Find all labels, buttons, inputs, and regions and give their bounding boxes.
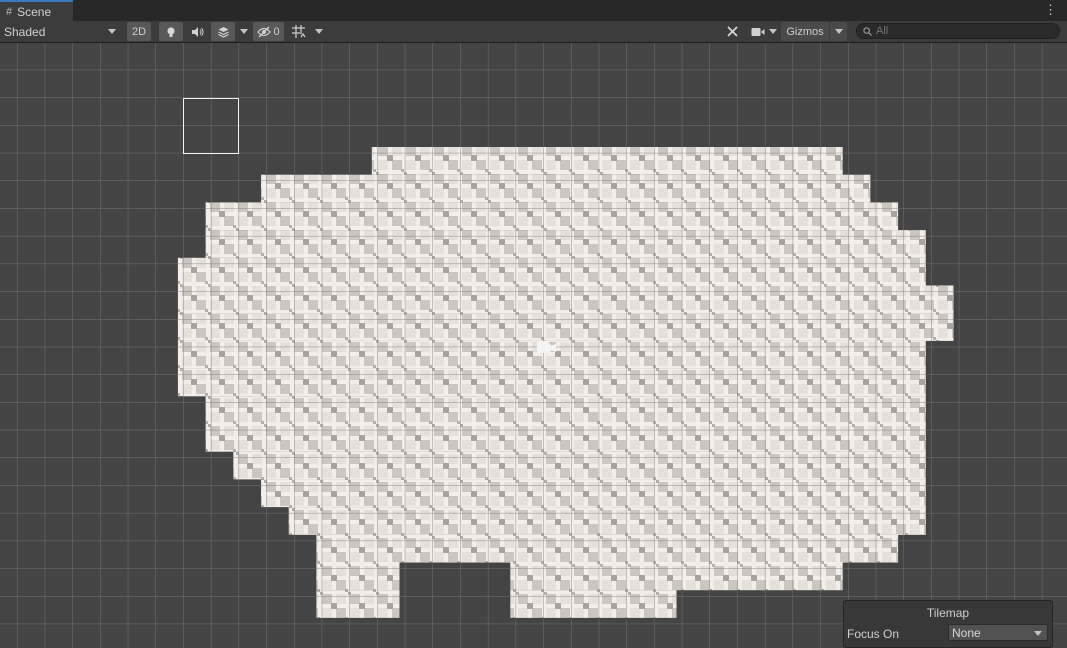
eye-slash-icon: [257, 26, 272, 37]
search-icon: [863, 26, 872, 36]
tools-button[interactable]: [721, 22, 743, 41]
effects-toggle-button[interactable]: [211, 22, 235, 41]
lighting-toggle-button[interactable]: [159, 22, 183, 41]
camera-icon: [751, 27, 765, 36]
scene-visibility-button[interactable]: 0: [253, 22, 284, 41]
search-input[interactable]: [876, 25, 1046, 37]
gizmos-button[interactable]: Gizmos: [781, 22, 829, 41]
audio-toggle-button[interactable]: [185, 22, 209, 41]
tab-scene[interactable]: # Scene: [0, 0, 73, 21]
hash-grid-icon: #: [6, 5, 13, 18]
grid-dropdown[interactable]: [311, 22, 327, 41]
tab-label: Scene: [17, 4, 52, 19]
effects-dropdown[interactable]: [236, 22, 252, 41]
gizmos-label: Gizmos: [786, 25, 824, 38]
overlay-title: Tilemap: [926, 606, 970, 620]
tab-bar: # Scene ⋮: [0, 0, 1067, 22]
chevron-down-icon: [315, 29, 323, 34]
mode-2d-button[interactable]: 2D: [127, 22, 151, 41]
scene-grid: [0, 43, 1067, 648]
grid-snap-icon: [292, 25, 306, 38]
hidden-count: 0: [273, 25, 280, 38]
draw-mode-dropdown[interactable]: Shaded: [4, 22, 120, 41]
grid-snapping-button[interactable]: [288, 22, 310, 41]
speaker-icon: [191, 26, 203, 37]
gizmos-dropdown[interactable]: [830, 22, 847, 41]
chevron-down-icon: [240, 29, 248, 34]
chevron-down-icon: [769, 29, 777, 34]
tilemap-overlay: Tilemap Focus On None: [843, 600, 1053, 648]
draw-mode-label: Shaded: [4, 24, 46, 39]
scene-camera-button[interactable]: [748, 22, 768, 41]
chevron-down-icon: [834, 29, 843, 34]
focus-on-value: None: [952, 625, 981, 640]
focus-on-label: Focus On: [847, 627, 900, 641]
scene-canvas: [0, 43, 1067, 648]
scene-toolbar: Shaded 2D 0 Gizmos: [0, 21, 1067, 43]
lightbulb-icon: [167, 26, 175, 37]
focus-on-dropdown[interactable]: None: [948, 624, 1048, 641]
chevron-down-icon: [108, 29, 116, 34]
search-field[interactable]: [856, 23, 1060, 39]
mode-2d-label: 2D: [131, 25, 147, 38]
layers-icon: [217, 26, 229, 38]
tools-icon: [726, 26, 738, 37]
camera-dropdown[interactable]: [766, 22, 780, 41]
scene-viewport[interactable]: [0, 43, 1067, 648]
chevron-down-icon: [1034, 631, 1042, 636]
more-options-icon[interactable]: ⋮: [1044, 3, 1057, 17]
